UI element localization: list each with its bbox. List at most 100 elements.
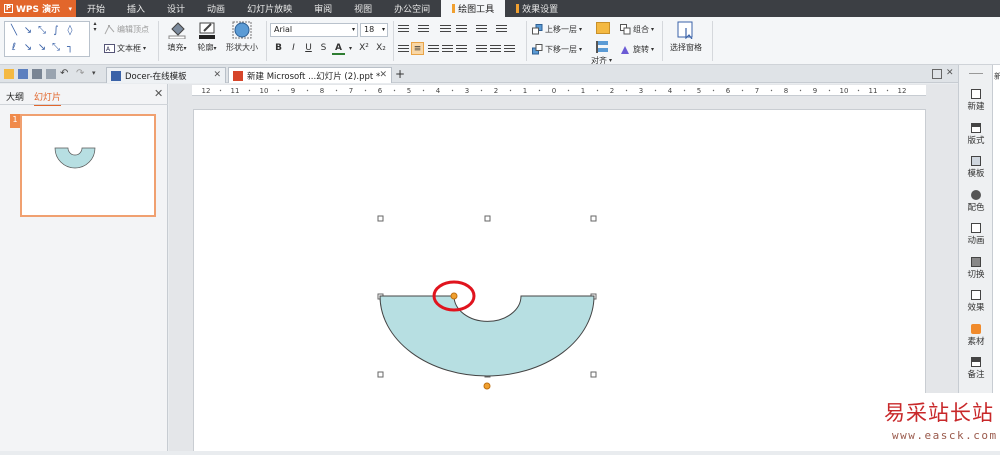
bold-button[interactable]: B — [272, 42, 285, 55]
tab-outline[interactable]: 大纲 — [6, 90, 24, 103]
task-layout[interactable]: 版式 — [959, 123, 993, 146]
text-direction-icon[interactable] — [496, 25, 507, 35]
distribute-icon[interactable] — [456, 45, 467, 55]
shape-size-button[interactable]: 形状大小 — [222, 21, 262, 53]
italic-button[interactable]: I — [287, 42, 300, 55]
gallery-scroll[interactable]: ▴ ▾ — [91, 21, 99, 35]
selection-pane-button[interactable]: 选择窗格 — [666, 21, 706, 53]
tab-drawing-tools[interactable]: 绘图工具 — [441, 0, 506, 17]
freeform-shape-icon[interactable]: ◊ — [64, 25, 76, 37]
align-right-icon[interactable] — [428, 45, 439, 55]
tab-effect-settings[interactable]: 效果设置 — [505, 0, 569, 17]
app-menu-button[interactable]: P WPS 演示 ▾ — [0, 0, 76, 17]
rotate-button[interactable]: 旋转 ▾ — [620, 42, 654, 56]
bring-forward-button[interactable]: 上移一层 ▾ — [532, 22, 582, 36]
tab-review[interactable]: 审阅 — [303, 0, 343, 17]
textbox-button[interactable]: A 文本框 ▾ — [104, 41, 146, 55]
resize-handle[interactable] — [484, 215, 491, 222]
new-tab-button[interactable]: + — [395, 67, 405, 81]
shapes-gallery[interactable]: ╲ ↘ ⤡ ∫ ◊ ℓ ↘ ↘ ⤡ ┐ — [4, 21, 90, 57]
tab-start[interactable]: 开始 — [76, 0, 116, 17]
customize-toolbar-icon[interactable]: ▾ — [92, 69, 102, 79]
save-icon[interactable] — [18, 69, 28, 79]
minimize-pane-icon[interactable] — [932, 69, 942, 79]
line-shape-icon[interactable]: ╲ — [8, 25, 20, 37]
align-center-button[interactable]: ≡ — [411, 42, 424, 55]
tab-insert[interactable]: 插入 — [116, 0, 156, 17]
curve-shape-icon[interactable]: ∫ — [50, 25, 62, 37]
edit-vertex-button[interactable]: 编辑顶点 — [104, 22, 149, 36]
task-new[interactable]: 新建 — [959, 89, 993, 112]
bullet-list-icon[interactable] — [398, 25, 409, 35]
align-objects-button[interactable] — [596, 40, 612, 54]
tab-animation[interactable]: 动画 — [196, 0, 236, 17]
task-notes[interactable]: 备注 — [959, 357, 993, 380]
shadow-button[interactable]: S — [317, 42, 330, 55]
slide-thumbnail[interactable] — [20, 114, 156, 217]
tab-view[interactable]: 视图 — [343, 0, 383, 17]
subscript-button[interactable]: X₂ — [373, 42, 389, 55]
arrow-shape-icon[interactable]: ↘ — [22, 25, 34, 37]
elbow-connector-icon[interactable]: ↘ — [36, 42, 48, 54]
elbow-arrow-icon[interactable]: ┐ — [64, 42, 76, 54]
adjust-handle[interactable] — [450, 292, 458, 300]
tab-current-document[interactable]: 新建 Microsoft ...幻灯片 (2).ppt * ✕ — [228, 67, 392, 83]
print-icon[interactable] — [32, 69, 42, 79]
task-effect[interactable]: 效果 — [959, 290, 993, 313]
line-spacing-icon[interactable] — [476, 25, 487, 35]
slide-canvas[interactable] — [193, 109, 926, 451]
close-icon[interactable]: ✕ — [154, 87, 163, 100]
ruler-tick — [712, 89, 715, 92]
resize-handle[interactable] — [377, 371, 384, 378]
vertical-align-icon[interactable] — [490, 45, 501, 55]
numbered-list-icon[interactable] — [418, 25, 429, 35]
open-folder-icon[interactable] — [4, 69, 14, 79]
close-icon[interactable]: ✕ — [946, 69, 956, 79]
task-animation[interactable]: 动画 — [959, 223, 993, 246]
resize-handle[interactable] — [590, 215, 597, 222]
font-name-select[interactable]: Arial ▾ — [270, 23, 358, 37]
task-transition[interactable]: 切换 — [959, 257, 993, 280]
tab-docer-templates[interactable]: Docer-在线模板 ✕ — [106, 67, 226, 83]
columns-icon[interactable] — [476, 45, 487, 55]
scribble-shape-icon[interactable]: ℓ — [8, 42, 20, 54]
ruler-label: 12 — [202, 87, 211, 95]
undo-icon[interactable]: ↶ — [60, 69, 70, 79]
close-icon[interactable]: ✕ — [379, 70, 387, 80]
tab-slideshow[interactable]: 幻灯片放映 — [236, 0, 303, 17]
double-arrow-shape-icon[interactable]: ⤡ — [36, 25, 48, 37]
decrease-indent-icon[interactable] — [440, 25, 451, 35]
resize-handle[interactable] — [590, 371, 597, 378]
chevron-down-icon: ▾ — [143, 44, 147, 52]
group-button[interactable]: 组合 ▾ — [620, 22, 654, 36]
font-size-select[interactable]: 18 ▾ — [360, 23, 388, 37]
block-arc-shape[interactable] — [379, 295, 595, 377]
task-template[interactable]: 模板 — [959, 156, 993, 179]
fill-button[interactable]: 填充▾ — [160, 21, 194, 53]
task-material[interactable]: 素材 — [959, 324, 993, 347]
increase-indent-icon[interactable] — [456, 25, 467, 35]
outline-button[interactable]: 轮廓▾ — [190, 21, 224, 53]
arrange-color-button[interactable] — [596, 21, 610, 35]
layout-icon — [971, 123, 981, 133]
print-preview-icon[interactable] — [46, 69, 56, 79]
resize-handle[interactable] — [377, 215, 384, 222]
adjust-handle[interactable] — [483, 382, 491, 390]
send-backward-button[interactable]: 下移一层 ▾ — [532, 42, 582, 56]
ruler-tick — [741, 89, 744, 92]
tab-office-space[interactable]: 办公空间 — [383, 0, 441, 17]
superscript-button[interactable]: X² — [356, 42, 372, 55]
horizontal-ruler[interactable]: 12 11 10 9 8 7 6 5 4 3 2 1 0 1 2 3 4 5 6 7 8 9 10 11 12 — [192, 85, 926, 96]
paragraph-settings-icon[interactable] — [504, 45, 515, 55]
justify-icon[interactable] — [442, 45, 453, 55]
redo-icon[interactable]: ↷ — [76, 69, 86, 79]
connector-arrow-icon[interactable]: ⤡ — [50, 42, 62, 54]
ruler-tick — [538, 89, 541, 92]
align-left-icon[interactable] — [398, 45, 409, 55]
connector-shape-icon[interactable]: ↘ — [22, 42, 34, 54]
tab-design[interactable]: 设计 — [156, 0, 196, 17]
tab-marker-icon — [452, 4, 456, 13]
close-icon[interactable]: ✕ — [213, 70, 221, 80]
task-palette[interactable]: 配色 — [959, 190, 993, 213]
underline-button[interactable]: U — [302, 42, 315, 55]
